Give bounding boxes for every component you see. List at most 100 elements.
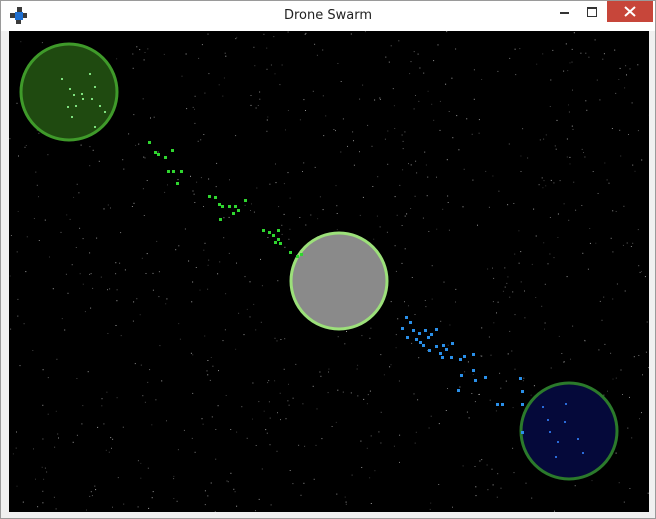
star <box>504 286 506 288</box>
star <box>142 188 144 190</box>
star <box>388 61 390 63</box>
star <box>603 296 605 298</box>
drone <box>75 105 77 107</box>
star <box>488 336 490 338</box>
star <box>76 434 78 436</box>
star <box>236 262 237 264</box>
star <box>401 134 403 136</box>
star <box>549 106 551 107</box>
star <box>525 482 527 484</box>
star <box>366 403 368 405</box>
drone <box>428 349 431 352</box>
star <box>206 370 208 372</box>
star <box>645 351 647 353</box>
star <box>267 116 269 118</box>
star <box>415 431 417 433</box>
star <box>425 164 427 166</box>
star <box>350 392 352 394</box>
star <box>438 484 440 485</box>
star <box>252 382 254 384</box>
star <box>12 453 14 455</box>
star <box>66 214 68 216</box>
drone <box>472 369 475 372</box>
star <box>455 288 457 290</box>
star <box>230 472 232 474</box>
star <box>253 211 255 213</box>
star <box>414 314 416 315</box>
star <box>16 102 18 104</box>
star <box>431 265 433 267</box>
star <box>394 245 396 247</box>
drone <box>82 98 84 100</box>
star <box>413 393 415 395</box>
star <box>423 72 425 74</box>
star <box>362 196 364 198</box>
star <box>512 447 514 449</box>
blue-enemy-base[interactable] <box>519 381 619 481</box>
star <box>380 411 382 413</box>
star <box>595 242 597 244</box>
star <box>103 423 105 425</box>
star <box>424 151 426 153</box>
star <box>138 143 140 145</box>
star <box>428 427 430 429</box>
star <box>481 459 483 461</box>
drone <box>232 212 235 215</box>
star <box>379 98 381 100</box>
drone <box>501 403 504 406</box>
star <box>436 228 438 230</box>
neutral-base[interactable] <box>289 231 389 331</box>
star <box>357 395 359 397</box>
star <box>390 45 392 47</box>
green-player-base[interactable] <box>19 42 119 142</box>
star <box>266 119 268 121</box>
star <box>396 214 398 216</box>
star <box>209 379 211 381</box>
star <box>58 437 59 439</box>
maximize-button[interactable] <box>578 1 606 22</box>
star <box>76 183 78 185</box>
minimize-button[interactable] <box>550 1 578 22</box>
star <box>626 242 628 244</box>
star <box>520 155 522 157</box>
star <box>322 95 324 97</box>
star <box>342 118 344 120</box>
star <box>637 229 639 231</box>
drone <box>564 421 566 423</box>
star <box>258 401 260 403</box>
star <box>344 343 346 345</box>
star <box>575 209 577 211</box>
star <box>357 364 359 366</box>
star <box>442 208 444 210</box>
star <box>84 311 86 313</box>
star <box>193 193 195 195</box>
star <box>322 49 324 51</box>
star <box>267 382 269 384</box>
star <box>571 48 573 50</box>
star <box>549 253 551 255</box>
drone <box>484 376 487 379</box>
star <box>541 177 543 179</box>
star <box>359 151 360 153</box>
star <box>599 99 601 101</box>
close-button[interactable] <box>607 1 653 22</box>
title-bar[interactable]: Drone Swarm <box>1 1 655 31</box>
star <box>322 209 324 211</box>
star <box>207 264 209 266</box>
star <box>147 467 149 469</box>
star <box>509 330 511 332</box>
star <box>395 334 397 336</box>
game-canvas[interactable] <box>9 31 649 512</box>
star <box>569 163 571 165</box>
star <box>513 203 515 204</box>
star <box>610 352 612 354</box>
star <box>151 424 153 426</box>
star <box>398 40 400 42</box>
star <box>502 290 504 292</box>
star <box>374 470 376 472</box>
drone <box>296 255 299 258</box>
star <box>132 320 134 322</box>
star <box>402 140 404 142</box>
star <box>497 473 499 475</box>
game-viewport[interactable] <box>9 31 649 512</box>
